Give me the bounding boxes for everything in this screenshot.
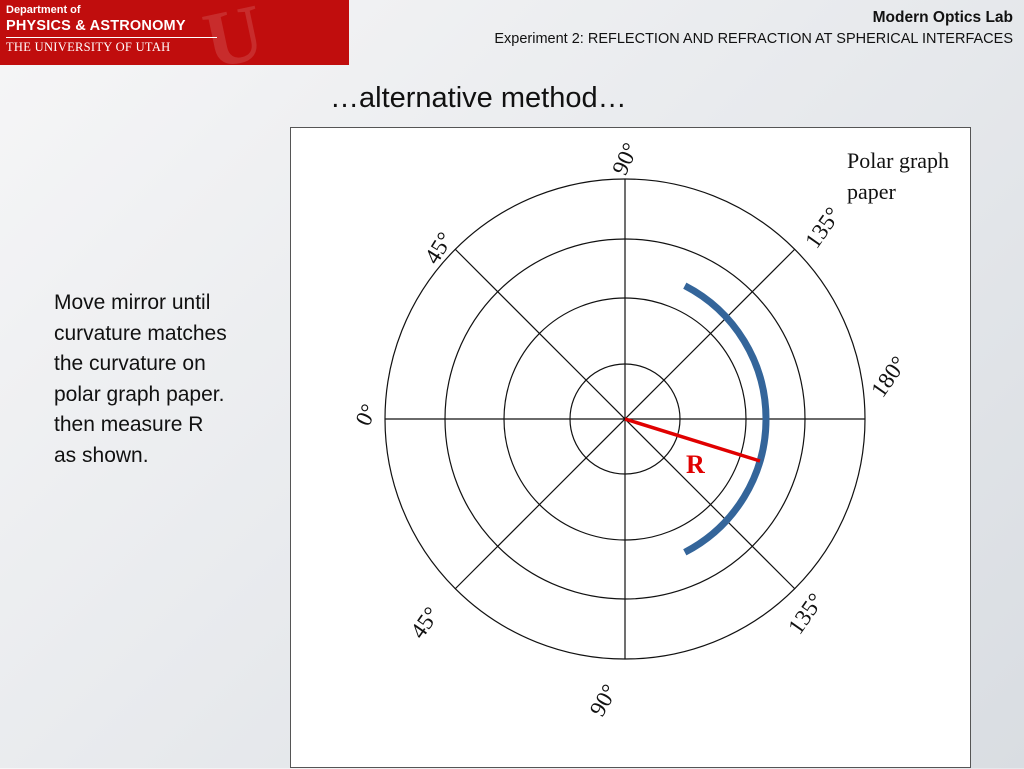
angle-label-right: 180° (866, 352, 912, 402)
polar-graph-diagram: R 90° 45° 135° 180° 0° 45° 135° 90° (350, 139, 912, 720)
experiment-subtitle: Experiment 2: REFLECTION AND REFRACTION … (494, 31, 1013, 47)
angle-label-lower-left: 45° (405, 602, 444, 643)
university-logo-banner: U Department of PHYSICS & ASTRONOMY THE … (0, 0, 349, 65)
angle-label-lower-right: 135° (783, 589, 829, 639)
course-title: Modern Optics Lab (872, 9, 1013, 26)
logo-divider (6, 37, 217, 38)
instruction-line: Move mirror until (54, 291, 211, 314)
logo-physics-astronomy-text: PHYSICS & ASTRONOMY (6, 18, 186, 34)
polar-graph-note: Polar graph paper (847, 145, 971, 207)
instruction-line: as shown. (54, 443, 149, 467)
radius-label: R (686, 450, 705, 479)
angle-label-left: 0° (350, 400, 381, 429)
instruction-line: curvature matches (54, 321, 227, 345)
polar-graph-paper: R 90° 45° 135° 180° 0° 45° 135° 90° Pola… (290, 127, 971, 768)
instructions-text: Move mirror until curvature matches the … (54, 288, 279, 471)
instruction-line: then measure R (54, 413, 204, 436)
polar-note-line: Polar graph (847, 148, 950, 173)
instruction-line: polar graph paper. (54, 382, 225, 406)
polar-note-line: paper (847, 179, 896, 204)
logo-university-text: THE UNIVERSITY OF UTAH (6, 40, 171, 54)
angle-label-top: 90° (607, 139, 643, 179)
logo-watermark: U (196, 0, 274, 65)
angle-label-bottom: 90° (585, 680, 623, 720)
instruction-line: the curvature on (54, 352, 206, 375)
slide-title: …alternative method… (330, 82, 627, 114)
angle-label-upper-left: 45° (420, 228, 458, 269)
logo-department-text: Department of (6, 4, 81, 16)
angle-label-upper-right: 135° (800, 203, 846, 253)
